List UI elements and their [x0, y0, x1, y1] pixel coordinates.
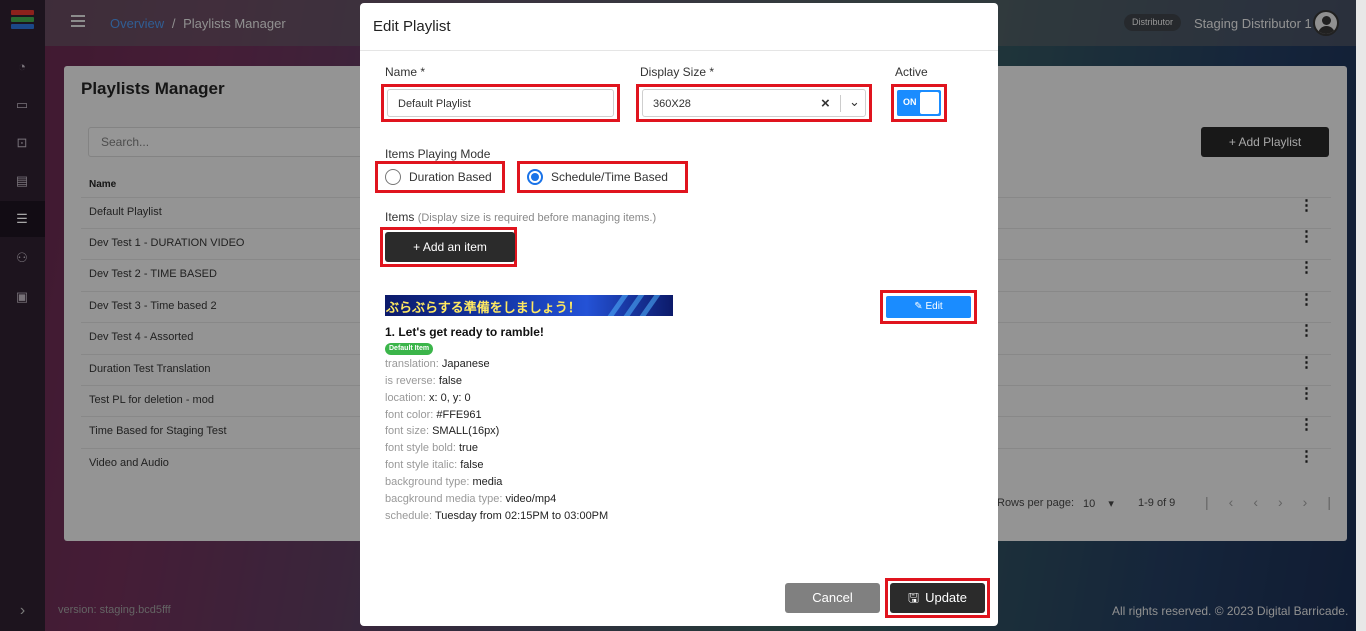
- playing-mode-label: Items Playing Mode: [385, 147, 491, 161]
- update-button[interactable]: 🖫 Update: [890, 583, 985, 613]
- items-label: Items (Display size is required before m…: [385, 210, 656, 224]
- display-size-label: Display Size *: [640, 65, 715, 79]
- toggle-knob: [920, 92, 939, 114]
- item-property: location: x: 0, y: 0: [385, 392, 471, 404]
- display-size-select[interactable]: 360X28 × ⌄: [642, 89, 866, 117]
- banner-text: ぶらぶらする準備をしましょう！: [386, 300, 581, 315]
- duration-based-radio[interactable]: [385, 169, 401, 185]
- schedule-based-radio[interactable]: [527, 169, 543, 185]
- duration-based-label[interactable]: Duration Based: [409, 170, 492, 184]
- item-property: is reverse: false: [385, 375, 463, 387]
- save-icon: 🖫: [908, 590, 920, 605]
- item-property: font color: #FFE961: [385, 409, 482, 421]
- item-property: bacgkround media type: video/mp4: [385, 493, 557, 505]
- divider: [360, 50, 998, 51]
- name-label: Name *: [385, 65, 426, 79]
- clear-icon[interactable]: ×: [821, 95, 830, 112]
- active-label: Active: [895, 65, 928, 79]
- item-property: font style italic: false: [385, 459, 484, 471]
- item-title: 1. Let's get ready to ramble!: [385, 325, 544, 339]
- edit-item-button[interactable]: ✎ Edit: [886, 296, 971, 318]
- items-title: Items: [385, 210, 415, 224]
- update-label: Update: [925, 590, 967, 605]
- display-size-value: 360X28: [653, 98, 691, 110]
- cancel-button[interactable]: Cancel: [785, 583, 880, 613]
- pencil-icon: ✎: [914, 301, 923, 312]
- toggle-state: ON: [903, 97, 917, 107]
- edit-playlist-dialog: Edit Playlist Name * Default Playlist Di…: [360, 3, 998, 626]
- chevron-down-icon[interactable]: ⌄: [849, 94, 860, 110]
- item-property: translation: Japanese: [385, 358, 490, 370]
- add-item-button[interactable]: + Add an item: [385, 232, 515, 262]
- item-property: font size: SMALL(16px): [385, 425, 500, 437]
- banner-stripe: [639, 295, 661, 316]
- name-field[interactable]: Default Playlist: [387, 89, 614, 117]
- divider: [840, 95, 841, 112]
- page-scrollbar[interactable]: [1356, 0, 1366, 631]
- active-toggle[interactable]: ON: [897, 90, 941, 116]
- edit-label: Edit: [925, 301, 943, 312]
- item-property: schedule: Tuesday from 02:15PM to 03:00P…: [385, 510, 609, 522]
- dialog-title: Edit Playlist: [373, 18, 451, 35]
- item-preview-banner: ぶらぶらする準備をしましょう！: [385, 295, 673, 316]
- default-item-badge: Default Item: [385, 343, 434, 355]
- item-property: font style bold: true: [385, 442, 478, 454]
- items-hint: (Display size is required before managin…: [417, 212, 657, 224]
- item-property: background type: media: [385, 476, 503, 488]
- schedule-based-label[interactable]: Schedule/Time Based: [551, 170, 668, 184]
